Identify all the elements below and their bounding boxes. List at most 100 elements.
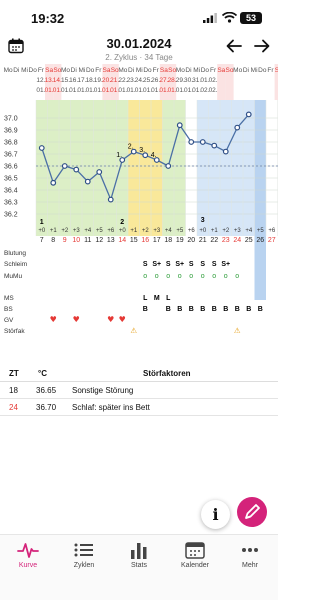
header: 30.01.2024 2. Zyklus · 34 Tage [0, 32, 278, 64]
row-zt: 24 [9, 403, 18, 412]
mumu-value: o [155, 273, 159, 280]
row-label-ms: MS [4, 295, 14, 302]
header-temp: °C [38, 369, 47, 378]
bs-value: B [223, 306, 228, 313]
y-tick-label: 36.9 [4, 128, 18, 135]
tab-label: Mehr [242, 562, 258, 569]
low-temp-marker: 2 [120, 219, 124, 226]
mucus-value: S [212, 261, 217, 268]
weekday-label: Di [185, 67, 191, 74]
day-offset-label: +0 [199, 228, 207, 234]
temperature-point [73, 166, 80, 173]
high-temp-marker: 2. [128, 144, 134, 151]
arrow-right-icon[interactable] [254, 39, 270, 53]
day-offset-label: +3 [73, 228, 81, 234]
arrow-left-icon[interactable] [226, 39, 242, 53]
cycle-day-label: 24 [233, 237, 241, 244]
temperature-point [188, 139, 195, 145]
cycle-day-label: 17 [153, 237, 161, 244]
cycle-day-label: 25 [245, 237, 253, 244]
weekday-label: Do [201, 67, 210, 74]
status-time: 19:32 [31, 11, 65, 26]
row-temp: 36.70 [36, 403, 57, 412]
info-button[interactable]: i [201, 500, 230, 529]
high-temp-marker: 1. [116, 152, 122, 159]
list-icon [74, 543, 93, 557]
bs-value: B [177, 306, 182, 313]
row-label-gv: GV [4, 317, 14, 324]
cycle-chart[interactable]: Mo Di Mi Do Fr 12. 01. Sa 13. 01. So 14. 01. Mo 15. 01.… [0, 64, 278, 344]
pencil-icon [245, 504, 260, 519]
weekday-label: Do [143, 67, 152, 74]
tab-zyklen[interactable]: Zyklen [56, 541, 112, 569]
row-zt: 18 [9, 386, 18, 395]
day-offset-label: +6 [268, 228, 276, 234]
calendar-icon [185, 542, 205, 559]
tab-mehr[interactable]: Mehr [222, 541, 278, 569]
wifi-icon [222, 12, 237, 23]
header-factors: Störfaktoren [143, 369, 191, 378]
cycle-day-label: 14 [118, 237, 126, 244]
row-label-mumu: MuMu [4, 273, 22, 280]
tab-label: Kalender [180, 562, 210, 569]
weekday-label: Mi [136, 67, 143, 74]
day-offset-label: +1 [50, 228, 58, 234]
tab-kalender[interactable]: Kalender [167, 541, 223, 569]
tab-bar: Kurve Zyklen Stats Kalender Mehr [0, 534, 278, 600]
warning-icon: ⚠ [130, 326, 137, 335]
day-offset-label: +6 [188, 228, 196, 234]
tab-stats[interactable]: Stats [111, 541, 167, 569]
weekday-label: Fr [95, 67, 102, 74]
day-offset-label: +0 [38, 228, 46, 234]
bs-value: B [189, 306, 194, 313]
ms-value: L [143, 295, 148, 302]
weekday-label: Mi [21, 67, 28, 74]
cycle-day-label: 7 [40, 237, 44, 244]
mumu-value: o [212, 273, 216, 280]
heart-icon: ♥ [50, 315, 57, 324]
weekday-label: Mo [4, 67, 13, 74]
y-tick-label: 36.5 [4, 176, 18, 183]
cycle-day-label: 9 [63, 237, 67, 244]
day-offset-label: +4 [84, 228, 92, 234]
day-offset-label: +3 [153, 228, 161, 234]
bs-value: B [258, 306, 263, 313]
mucus-value: S [189, 261, 194, 268]
heart-icon: ♥ [73, 315, 80, 324]
cycle-day-label: 10 [72, 237, 80, 244]
warning-icon: ⚠ [234, 326, 241, 335]
high-temp-marker: 4. [151, 152, 157, 159]
temperature-point [234, 124, 241, 131]
weekday-label: Sa [103, 67, 111, 74]
weekday-label: Mo [176, 67, 185, 74]
edit-button[interactable] [237, 497, 267, 527]
table-row[interactable]: 24 36.70 Schlaf: später ins Bett [0, 399, 278, 416]
mucus-value: S [143, 261, 148, 268]
cycle-day-label: 21 [199, 237, 207, 244]
day-offset-label: +5 [96, 228, 104, 234]
day-offset-label: +1 [130, 228, 138, 234]
bs-value: B [143, 306, 148, 313]
tab-label: Kurve [18, 562, 38, 569]
day-offset-label: +4 [165, 228, 173, 234]
y-tick-label: 36.4 [4, 188, 18, 195]
weekday-label: Fr [153, 67, 160, 74]
weekday-label: Mi [193, 67, 200, 74]
weekday-label: Fr [38, 67, 45, 74]
weekday-label: Mi [251, 67, 258, 74]
day-offset-label: +5 [176, 228, 184, 234]
cycle-day-label: 12 [95, 237, 103, 244]
table-row[interactable]: 18 36.65 Sonstige Störung [0, 382, 278, 399]
day-offset-label: +1 [211, 228, 219, 234]
weekday-label: Mo [233, 67, 242, 74]
row-label-bleeding: Blutung [4, 250, 26, 257]
row-label-cervix_mucus: Schleim [4, 261, 27, 268]
weekday-label: Sa [217, 67, 225, 74]
mumu-value: o [143, 273, 147, 280]
tab-kurve[interactable]: Kurve [0, 541, 56, 569]
tab-label: Zyklen [73, 562, 95, 569]
mucus-value: S [166, 261, 171, 268]
cycle-day-label: 15 [130, 237, 138, 244]
cycle-chart-svg[interactable]: Mo Di Mi Do Fr12.01.Sa13.01.So14.01.Mo15.01.… [0, 64, 278, 344]
y-tick-label: 37.0 [4, 116, 18, 123]
